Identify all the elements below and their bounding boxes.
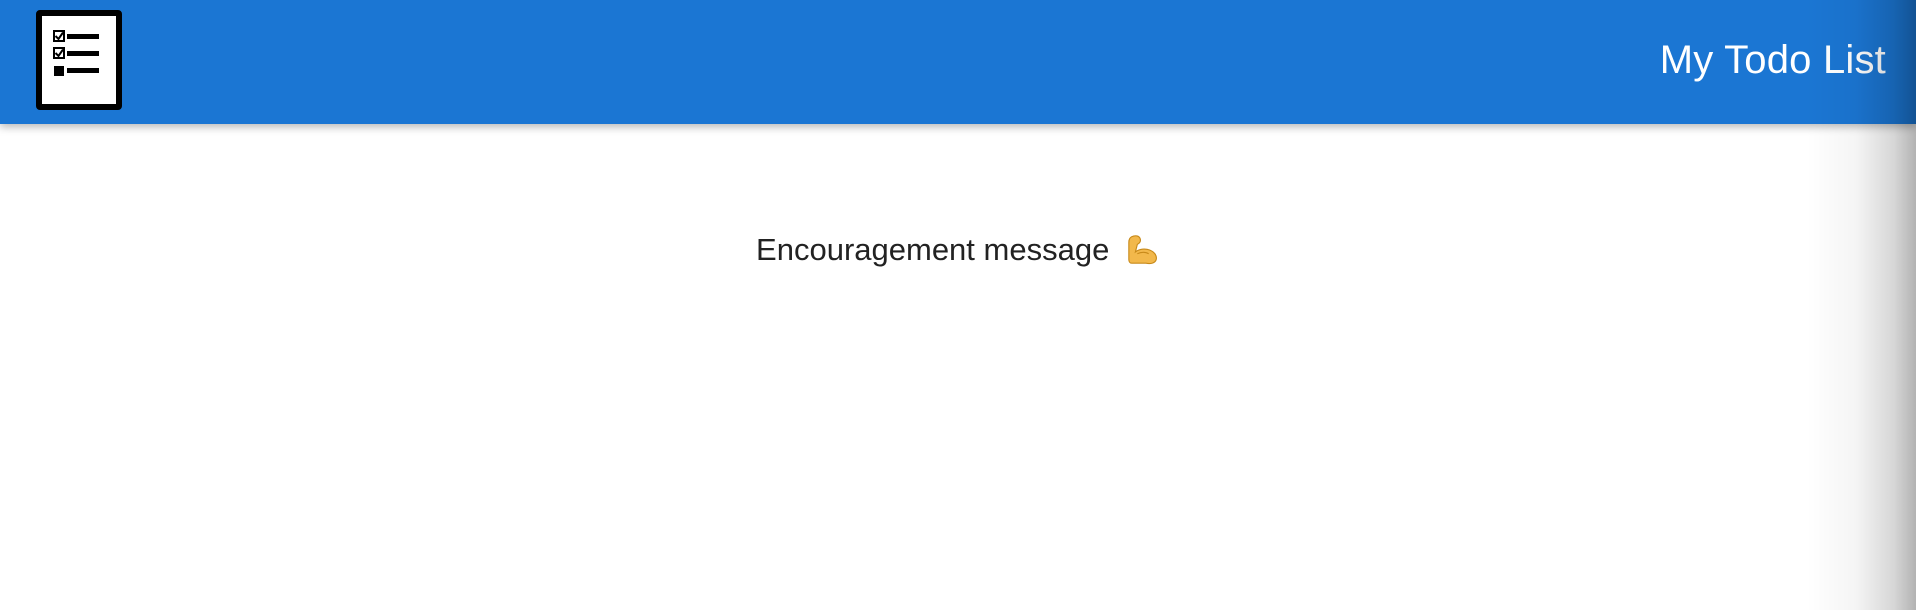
encouragement-message: Encouragement message (0, 226, 1916, 272)
app-header: My Todo List (0, 0, 1916, 124)
encouragement-message-text: Encouragement message (756, 231, 1110, 267)
main-content: Encouragement message (0, 124, 1916, 610)
app-title: My Todo List (1659, 38, 1886, 82)
flexed-biceps-icon (1128, 235, 1157, 264)
checklist-icon (36, 10, 122, 110)
